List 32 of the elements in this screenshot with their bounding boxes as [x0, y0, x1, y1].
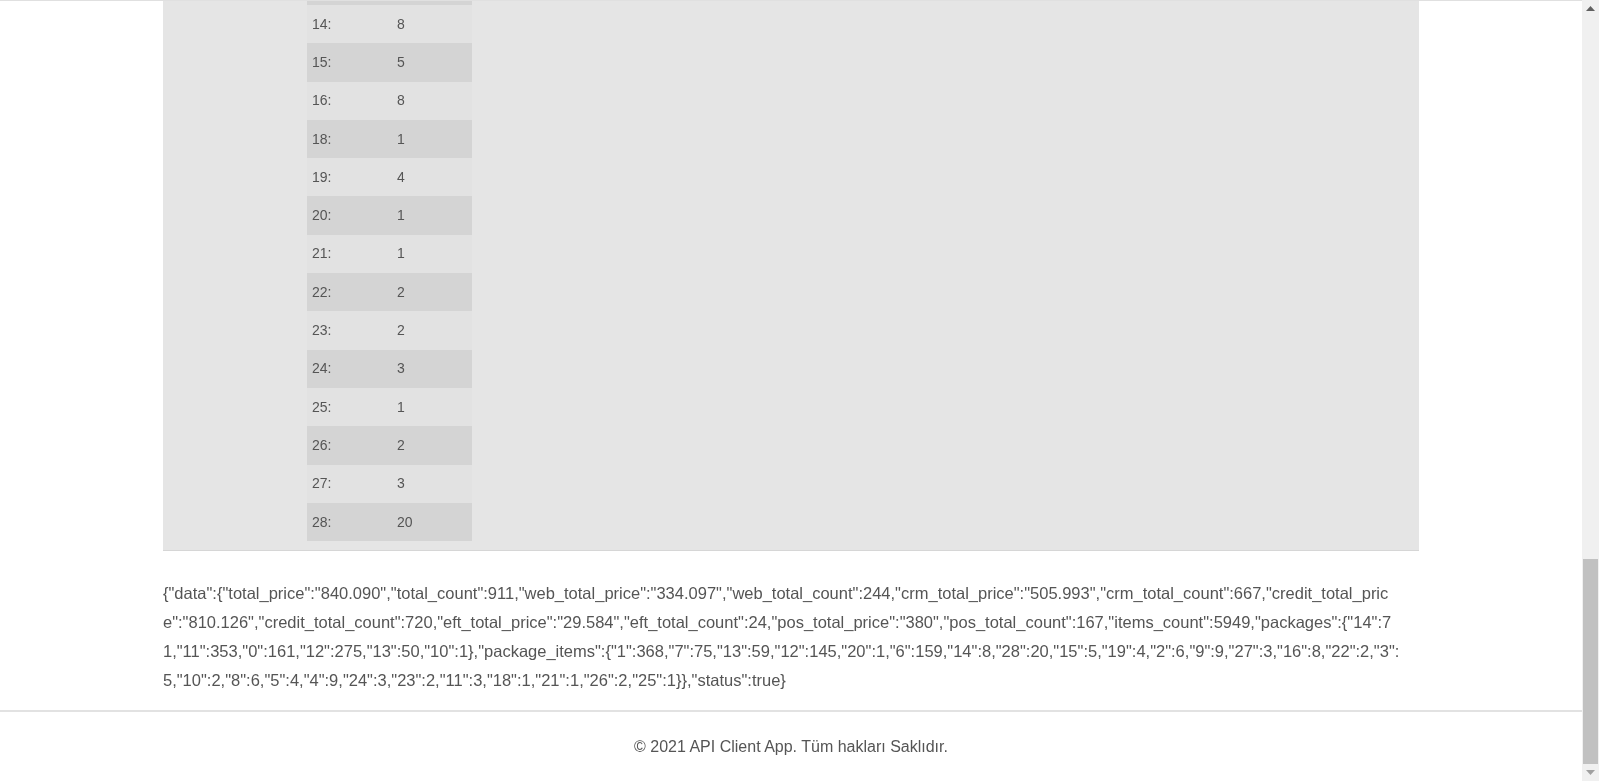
row-value: 8 — [397, 91, 405, 111]
row-key: 18: — [312, 128, 397, 150]
row-value: 8 — [397, 14, 405, 34]
row-value: 1 — [397, 129, 405, 149]
row-key: 15: — [312, 51, 397, 73]
row-key: 25: — [312, 396, 397, 418]
row-value: 3 — [397, 359, 405, 379]
row-key: 28: — [312, 511, 397, 533]
row-value: 3 — [397, 474, 405, 494]
row-value: 1 — [397, 206, 405, 226]
row-key: 20: — [312, 205, 397, 227]
row-key: 27: — [312, 473, 397, 495]
row-key: 14: — [312, 13, 397, 35]
row-key: 22: — [312, 281, 397, 303]
row-value: 4 — [397, 167, 405, 187]
row-value: 5 — [397, 52, 405, 72]
row-value: 1 — [397, 397, 405, 417]
copyright-text: © 2021 API Client App. Tüm hakları Saklıdır. — [634, 736, 948, 757]
row-key: 19: — [312, 166, 397, 188]
row-value: 20 — [397, 512, 413, 532]
json-response-text: {"data":{"total_price":"840.090","total_count":911,"web_total_price":"334.097","web_total_count":244,"crm_total_price":"505.993","crm_total_count":667,"credit_total_price":"810.126","credit_total_count":720,"eft_total_price":"29.584","eft_total_count":24,"pos_total_price":"380","pos_total_count":167,"items_count":5949,"packages":{"14":71,"11":353,"0":161,"12":275,"13":50,"10":1},"package_items":{"1":368,"7":75,"13":59,"12":145,"20":1,"6":159,"14":8,"28":20,"15":5,"19":4,"2":6,"9":9,"27":3,"16":8,"22":2,"3":5,"10":2,"8":6,"5":4,"4":9,"24":3,"23":2,"11":3,"18":1,"21":1,"26":2,"25":1}},"status":true} — [163, 583, 1401, 691]
scrollbar-thumb[interactable] — [1583, 559, 1598, 764]
row-value: 2 — [397, 282, 405, 302]
row-key: 26: — [312, 434, 397, 456]
row-key: 24: — [312, 358, 397, 380]
row-key: 21: — [312, 243, 397, 265]
scrollbar[interactable] — [1582, 0, 1599, 781]
row-key: 23: — [312, 320, 397, 341]
row-value: 1 — [397, 244, 405, 264]
row-value: 2 — [397, 321, 405, 340]
row-value: 2 — [397, 435, 405, 455]
row-key: 16: — [312, 90, 397, 112]
